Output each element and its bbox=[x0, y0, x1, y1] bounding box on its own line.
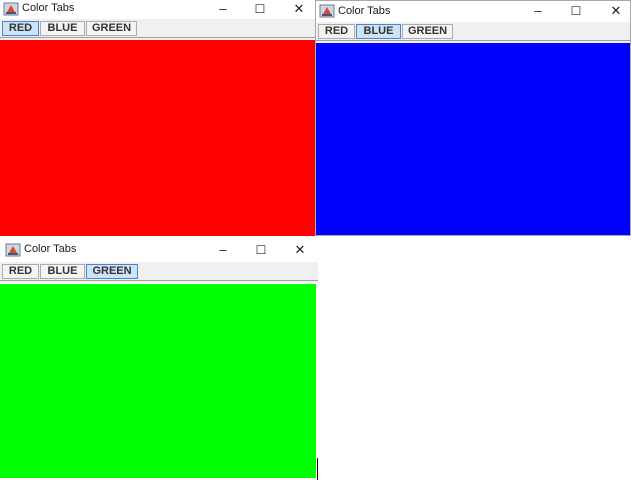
tab-blue[interactable]: BLUE bbox=[40, 264, 85, 279]
tab-blue[interactable]: BLUE bbox=[356, 24, 401, 39]
tab-divider bbox=[0, 280, 318, 281]
color-panel bbox=[0, 40, 316, 236]
tab-green[interactable]: GREEN bbox=[86, 264, 138, 279]
close-icon[interactable]: ✕ bbox=[290, 1, 308, 17]
tab-green[interactable]: GREEN bbox=[86, 21, 137, 36]
window-edge bbox=[317, 458, 318, 480]
maximize-icon[interactable]: ☐ bbox=[567, 3, 585, 19]
tab-red[interactable]: RED bbox=[2, 21, 39, 36]
window-green: Color Tabs – ☐ ✕ RED BLUE GREEN bbox=[0, 241, 318, 480]
title-bar[interactable]: Color Tabs – ☐ ✕ bbox=[0, 241, 318, 260]
tab-strip: RED BLUE GREEN bbox=[0, 19, 316, 40]
color-panel bbox=[0, 284, 316, 478]
color-panel bbox=[316, 43, 630, 235]
minimize-icon[interactable]: – bbox=[214, 242, 232, 258]
java-cup-icon bbox=[5, 243, 21, 257]
maximize-icon[interactable]: ☐ bbox=[251, 1, 269, 17]
close-icon[interactable]: ✕ bbox=[291, 242, 309, 258]
tab-red[interactable]: RED bbox=[2, 264, 39, 279]
java-cup-icon bbox=[319, 4, 335, 18]
maximize-icon[interactable]: ☐ bbox=[252, 242, 270, 258]
window-blue: Color Tabs – ☐ ✕ RED BLUE GREEN bbox=[315, 0, 631, 236]
window-red: Color Tabs – ☐ ✕ RED BLUE GREEN bbox=[0, 0, 316, 236]
tab-strip: RED BLUE GREEN bbox=[316, 22, 630, 43]
window-title: Color Tabs bbox=[338, 5, 391, 17]
tab-divider bbox=[0, 37, 316, 38]
minimize-icon[interactable]: – bbox=[214, 1, 232, 17]
tab-green[interactable]: GREEN bbox=[402, 24, 453, 39]
window-title: Color Tabs bbox=[22, 2, 75, 14]
window-title: Color Tabs bbox=[24, 243, 77, 255]
tab-divider bbox=[316, 40, 630, 41]
title-bar[interactable]: Color Tabs – ☐ ✕ bbox=[316, 1, 630, 20]
title-bar[interactable]: Color Tabs – ☐ ✕ bbox=[0, 0, 316, 19]
tab-strip: RED BLUE GREEN bbox=[0, 262, 318, 283]
tab-red[interactable]: RED bbox=[318, 24, 355, 39]
java-cup-icon bbox=[3, 2, 19, 16]
close-icon[interactable]: ✕ bbox=[607, 3, 625, 19]
tab-blue[interactable]: BLUE bbox=[40, 21, 85, 36]
minimize-icon[interactable]: – bbox=[529, 3, 547, 19]
